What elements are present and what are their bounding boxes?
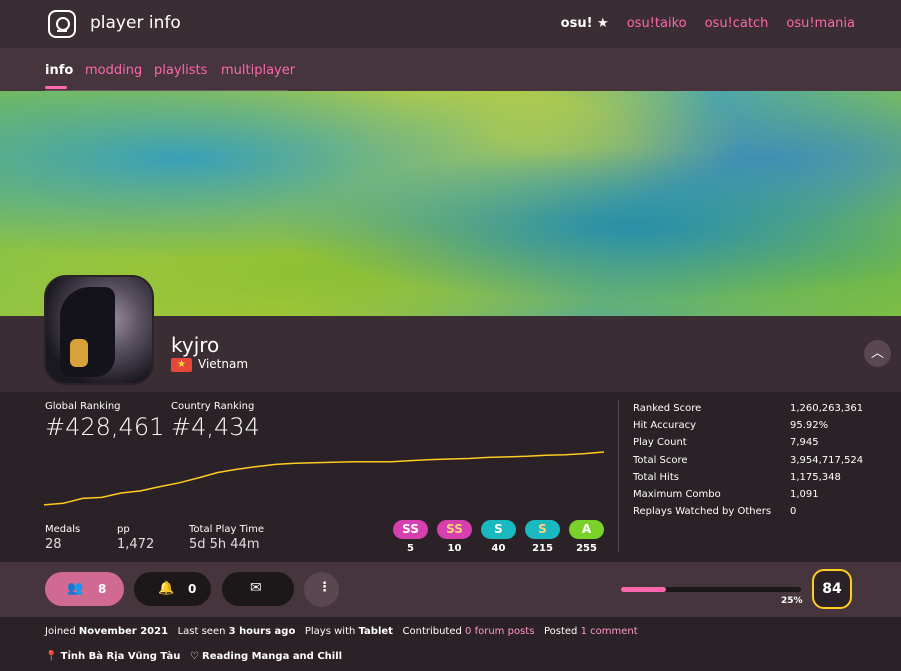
grade-badge: SS [393, 520, 428, 539]
top-bar: player info osu! ★ osu!taiko osu!catch o… [0, 0, 901, 48]
rank-history-line [44, 451, 604, 506]
message-button[interactable]: ✉ [222, 572, 294, 606]
stat-value: 3,954,717,524 [790, 454, 864, 466]
notifications-button[interactable]: 🔔 0 [134, 572, 211, 606]
grade-badge: A [569, 520, 604, 539]
level-badge: 84 [812, 569, 852, 609]
grade-badge: S [481, 520, 516, 539]
stat-label: Total Hits [633, 471, 679, 483]
more-options-button[interactable]: ⋮ [304, 572, 339, 607]
level-progress-text: 25% [781, 596, 803, 606]
forum-posts-link[interactable]: 0 forum posts [465, 626, 534, 637]
country-ranking-value: #4,434 [171, 413, 260, 441]
tab-multiplayer[interactable]: multiplayer [221, 63, 295, 78]
tab-info[interactable]: info [45, 63, 73, 78]
medals-label: Medals [45, 524, 81, 535]
pp-label: pp [117, 524, 130, 535]
stat-value: 95.92% [790, 420, 829, 432]
heart-icon: ♡ [189, 651, 199, 662]
grade-item: S 40 [481, 520, 516, 554]
playtime-value: 5d 5h 44m [189, 537, 260, 552]
page-title: player info [90, 13, 181, 33]
location: Tỉnh Bà Rịa Vũng Tàu [60, 651, 181, 662]
stat-value: 1,175,348 [790, 471, 841, 483]
grade-count: 40 [491, 543, 506, 554]
vietnam-flag-icon[interactable]: ★ [171, 358, 192, 372]
stat-label: Ranked Score [633, 403, 702, 414]
collapse-chevron-up-icon[interactable]: ︿ [864, 340, 891, 367]
grade-counts: SS 5 SS 10 S 40 S 215 A 255 [393, 520, 604, 554]
mode-osu[interactable]: osu! ★ [561, 16, 609, 31]
grade-item: SS 10 [437, 520, 472, 554]
comments-link[interactable]: 1 comment [581, 626, 638, 637]
bell-icon: 🔔 [158, 581, 175, 596]
tab-playlists[interactable]: playlists [154, 63, 207, 78]
grade-count: 10 [447, 543, 462, 554]
playstyle: Tablet [358, 626, 393, 637]
avatar [44, 275, 154, 385]
notifications-count: 0 [188, 582, 197, 596]
tab-modding[interactable]: modding [85, 63, 142, 78]
stat-label: Maximum Combo [633, 489, 721, 500]
mode-catch[interactable]: osu!catch [705, 16, 769, 31]
level-progress-fill [621, 587, 666, 592]
friends-icon: 👥 [67, 581, 84, 596]
interests: Reading Manga and Chill [202, 651, 343, 662]
mode-mania[interactable]: osu!mania [786, 16, 855, 31]
grade-item: SS 5 [393, 520, 428, 554]
country-ranking-label: Country Ranking [171, 401, 255, 412]
playtime-label: Total Play Time [189, 524, 265, 535]
stat-label: Hit Accuracy [633, 420, 697, 432]
stat-label: Total Score [633, 454, 688, 466]
joined-date[interactable]: November 2021 [79, 626, 168, 637]
grade-count: 255 [576, 543, 597, 554]
more-dots-icon: ⋮ [318, 580, 331, 595]
level-progress-bar [621, 587, 801, 592]
grade-item: A 255 [569, 520, 604, 554]
last-seen: 3 hours ago [228, 626, 296, 637]
stat-label: Replays Watched by Others [633, 506, 772, 518]
grade-count: 5 [407, 543, 414, 554]
grade-count: 215 [532, 543, 553, 554]
mode-switcher: osu! ★ osu!taiko osu!catch osu!mania [561, 16, 855, 31]
global-ranking-value: #428,461 [45, 413, 165, 441]
username: kyjro [171, 333, 220, 357]
stat-value: 1,260,263,361 [790, 403, 864, 414]
stat-value: 1,091 [790, 489, 819, 500]
rank-history-graph[interactable] [44, 448, 604, 510]
friends-button[interactable]: 👥 8 [45, 572, 124, 606]
mode-taiko[interactable]: osu!taiko [627, 16, 687, 31]
pp-value: 1,472 [117, 537, 155, 552]
friends-count: 8 [98, 582, 107, 596]
location-pin-icon: 📍 [45, 651, 58, 662]
grade-badge: S [525, 520, 560, 539]
envelope-icon: ✉ [250, 580, 262, 596]
grade-item: S 215 [525, 520, 560, 554]
profile-tabs: info modding playlists multiplayer [0, 48, 901, 91]
stat-value: 0 [790, 506, 797, 518]
active-tab-indicator [45, 86, 67, 89]
profile-info-line: Joined November 2021 Last seen 3 hours a… [45, 626, 638, 637]
global-ranking-label: Global Ranking [45, 401, 121, 412]
profile-extra-line: 📍 Tỉnh Bà Rịa Vũng Tàu ♡ Reading Manga a… [45, 651, 342, 662]
grade-badge: SS [437, 520, 472, 539]
player-info-icon [48, 10, 76, 38]
stat-value: 7,945 [790, 437, 819, 449]
stat-label: Play Count [633, 437, 687, 449]
country-name[interactable]: Vietnam [198, 357, 248, 371]
stats-divider [618, 400, 619, 552]
medals-value: 28 [45, 537, 62, 552]
